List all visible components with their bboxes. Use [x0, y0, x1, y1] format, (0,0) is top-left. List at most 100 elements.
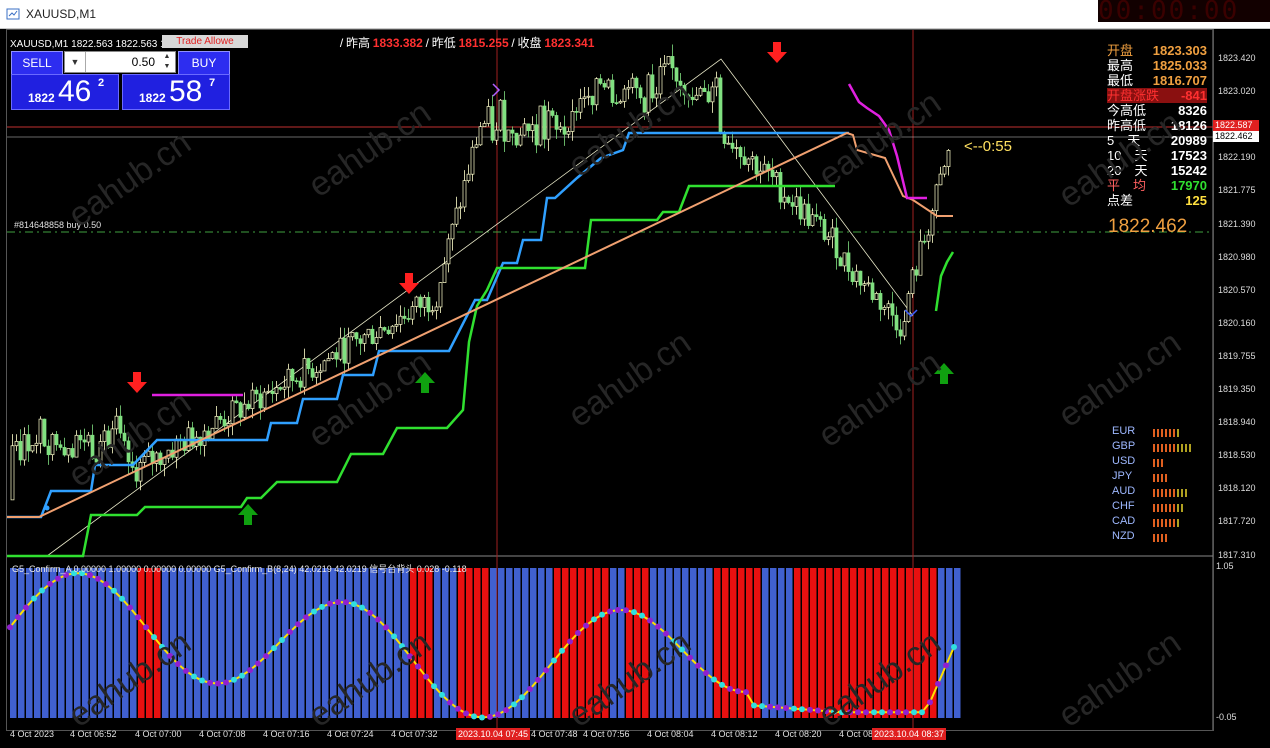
histogram-bar	[690, 568, 697, 718]
candle-body	[242, 403, 247, 418]
candle-body	[746, 158, 751, 165]
strength-bar	[1153, 474, 1155, 482]
histogram-bar	[530, 568, 537, 718]
price-tag: 1822.462	[1213, 131, 1259, 142]
chevron-down-icon[interactable]: ▼	[65, 52, 86, 72]
stat-key: 最高	[1107, 58, 1134, 73]
oscillator-dot	[375, 616, 381, 623]
strength-bar	[1153, 504, 1155, 512]
candle-body	[258, 393, 263, 409]
candle-body	[330, 352, 335, 359]
histogram-bar	[698, 568, 705, 718]
price-tick: 1817.310	[1218, 549, 1256, 560]
trade-allowed-badge: Trade Allowe	[162, 35, 248, 48]
candle-body	[58, 444, 63, 448]
oscillator-dot	[791, 705, 797, 712]
histogram-bar	[226, 568, 233, 718]
oscillator-dot	[231, 676, 237, 683]
lot-value[interactable]: 0.50	[87, 52, 155, 72]
price-tick: 1821.390	[1218, 218, 1256, 229]
candle-body	[38, 418, 43, 444]
strength-bar	[1157, 429, 1159, 437]
candle-body	[862, 283, 867, 286]
candle-body	[354, 332, 359, 340]
oscillator-dot	[799, 706, 805, 713]
oscillator-dot	[903, 709, 909, 716]
strength-bar	[1169, 444, 1171, 452]
candle-body	[554, 115, 559, 130]
candle-body	[902, 321, 907, 337]
strength-bar	[1169, 429, 1171, 437]
candle-body	[806, 203, 811, 226]
time-tick: 4 Oct 07:32	[391, 729, 438, 739]
strength-bar	[1165, 504, 1167, 512]
buy-quote-button[interactable]: 1822 58 7	[122, 74, 230, 110]
histogram-bar	[538, 568, 545, 718]
strength-bar	[1157, 444, 1159, 452]
stat-row: 开盘 1823.303	[1107, 43, 1207, 58]
chart-header: XAUUSD,M1 1822.563 1822.563 1822.433 182…	[10, 34, 594, 51]
sell-quote-button[interactable]: 1822 46 2	[11, 74, 119, 110]
time-tick: 4 Oct 07:48	[531, 729, 578, 739]
candle-body	[450, 223, 455, 240]
oscillator-dot	[775, 704, 781, 711]
candle-body	[438, 282, 443, 308]
currency-label: AUD	[1112, 485, 1136, 497]
candle-body	[446, 238, 451, 265]
buy-quote-pip: 7	[209, 77, 216, 89]
stat-value: 15242	[1170, 163, 1207, 178]
candle-body	[78, 434, 83, 441]
candle-body	[562, 126, 567, 135]
candle-body	[886, 303, 891, 308]
candle-body	[262, 391, 267, 409]
candle-body	[830, 227, 835, 238]
sell-button[interactable]: SELL	[11, 51, 63, 75]
candle-body	[346, 336, 351, 364]
histogram-bar	[258, 568, 265, 718]
strength-bar	[1173, 504, 1175, 512]
lot-spinner[interactable]: ▲ ▼	[159, 52, 175, 72]
lot-size-input[interactable]: ▼ 0.50 ▲ ▼	[64, 51, 176, 73]
chart-window-icon	[6, 8, 20, 20]
oscillator-dot	[767, 703, 773, 710]
price-tag: 1822.587	[1213, 120, 1259, 131]
oscillator-dot	[343, 599, 349, 606]
strength-bar	[1157, 504, 1159, 512]
candle-body	[62, 447, 67, 456]
oscillator-dot	[31, 595, 37, 602]
candle-body	[322, 360, 327, 372]
stat-row: 点差 125	[1107, 193, 1207, 208]
candle-body	[338, 337, 343, 360]
oscillator-dot	[95, 575, 101, 582]
candle-body	[30, 445, 35, 452]
candle-body	[486, 106, 491, 124]
candle-body	[398, 315, 403, 325]
candle-body	[514, 132, 519, 146]
stat-value: 1825.033	[1152, 58, 1207, 73]
buy-button[interactable]: BUY	[178, 51, 230, 75]
oscillator-dot	[919, 709, 925, 716]
strength-bar	[1165, 519, 1167, 527]
histogram-bar	[954, 568, 961, 718]
sep1: /	[339, 36, 344, 50]
candle-body	[374, 337, 379, 344]
oscillator-dot	[575, 630, 581, 637]
histogram-bar	[714, 568, 721, 718]
candle-body	[810, 214, 815, 226]
bar-countdown: <--0:55	[964, 138, 1012, 155]
oscillator-dot	[311, 608, 317, 615]
strength-bar	[1177, 504, 1179, 512]
candle-body	[142, 456, 147, 463]
strength-bar	[1165, 534, 1167, 542]
candle-body	[770, 169, 775, 178]
price-tick: 1823.020	[1218, 86, 1256, 97]
candle-body	[590, 95, 595, 106]
blue-dot	[44, 505, 50, 511]
oscillator-dot	[367, 609, 373, 616]
candle-body	[730, 142, 735, 149]
indicator-scale-top: 1.05	[1216, 561, 1234, 571]
candle-body	[594, 78, 599, 106]
strength-bar	[1189, 444, 1191, 452]
yesterday-low: 1815.255	[458, 36, 509, 50]
oscillator-dot	[279, 636, 285, 643]
